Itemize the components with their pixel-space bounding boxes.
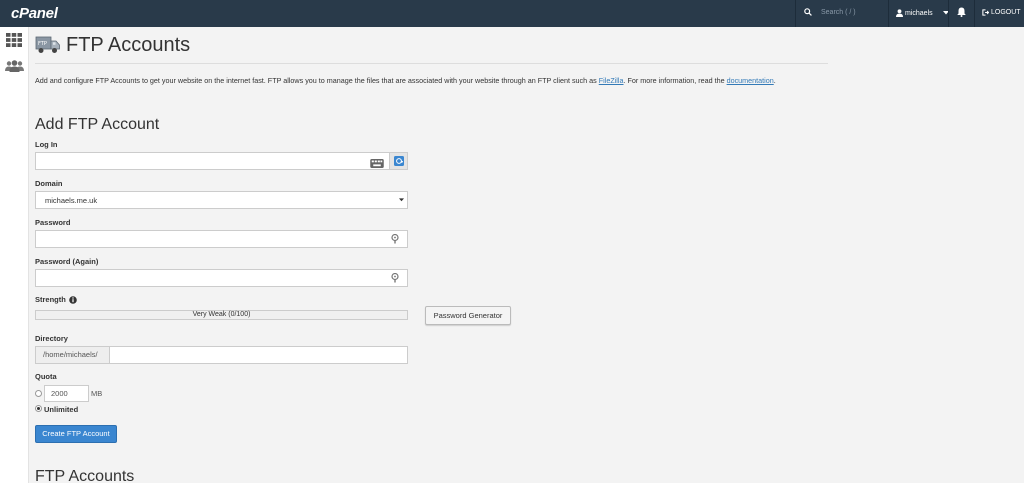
description-text: . — [773, 76, 776, 85]
page-description: Add and configure FTP Accounts to get yo… — [35, 76, 815, 86]
documentation-link[interactable]: documentation — [727, 76, 774, 85]
navbar-divider — [948, 0, 949, 27]
keyboard-icon[interactable] — [369, 156, 385, 171]
directory-prefix: /home/michaels/ — [35, 346, 109, 364]
email-icon — [394, 156, 404, 166]
sidebar — [0, 27, 29, 483]
title-divider — [35, 63, 828, 64]
navbar-divider — [888, 0, 889, 27]
filezilla-link[interactable]: FileZilla — [599, 76, 624, 85]
users-icon[interactable] — [5, 60, 24, 72]
password-generator-button[interactable]: Password Generator — [425, 306, 511, 325]
directory-label: Directory — [35, 334, 68, 343]
password-strength-meter: Very Weak (0/100) — [35, 310, 408, 320]
page-title: FTP Accounts — [66, 34, 191, 56]
password-again-label: Password (Again) — [35, 257, 99, 266]
create-ftp-account-button[interactable]: Create FTP Account — [35, 425, 117, 443]
quota-unit: MB — [91, 389, 103, 398]
logout-icon — [982, 9, 989, 16]
directory-input[interactable] — [109, 346, 408, 364]
key-icon[interactable] — [391, 273, 399, 283]
unlimited-label[interactable]: Unlimited — [44, 405, 78, 414]
strength-value: Very Weak (0/100) — [192, 311, 251, 318]
login-input[interactable] — [35, 152, 408, 170]
domain-selected-value: michaels.me.uk — [45, 196, 98, 205]
strength-label-row: Strength — [35, 295, 77, 304]
caret-down-icon — [399, 198, 404, 202]
domain-label: Domain — [35, 179, 63, 188]
svg-text:FTP: FTP — [38, 41, 47, 47]
search-box[interactable]: Search ( / ) — [804, 8, 856, 16]
quota-unlimited-radio[interactable] — [35, 405, 42, 412]
add-ftp-section-title: Add FTP Account — [35, 116, 160, 133]
ftp-accounts-section-title: FTP Accounts — [35, 468, 135, 483]
navbar-divider — [795, 0, 796, 27]
user-menu[interactable]: michaels — [896, 9, 949, 17]
strength-label: Strength — [35, 295, 66, 304]
top-navbar: cPanel Search ( / ) michaels LOGOUT — [0, 0, 1024, 27]
password-label: Password — [35, 218, 71, 227]
password-again-input[interactable] — [35, 269, 408, 287]
bell-icon[interactable] — [957, 7, 966, 17]
grid-icon[interactable] — [6, 33, 22, 47]
info-icon[interactable] — [69, 295, 77, 304]
quota-limited-radio[interactable] — [35, 390, 42, 397]
key-icon[interactable] — [391, 234, 399, 244]
quota-input[interactable]: 2000 — [44, 385, 89, 402]
user-icon — [896, 9, 903, 17]
description-text: . For more information, read the — [623, 76, 727, 85]
logout-label: LOGOUT — [991, 9, 1021, 16]
logout-button[interactable]: LOGOUT — [982, 9, 1021, 16]
search-icon — [804, 8, 812, 16]
description-text: Add and configure FTP Accounts to get yo… — [35, 76, 599, 85]
quota-label: Quota — [35, 372, 57, 381]
cpanel-logo[interactable]: cPanel — [11, 5, 58, 22]
navbar-divider — [974, 0, 975, 27]
domain-select[interactable]: michaels.me.uk — [35, 191, 408, 209]
search-input[interactable]: Search ( / ) — [821, 9, 856, 16]
password-input[interactable] — [35, 230, 408, 248]
ftp-truck-icon: FTP — [35, 36, 60, 53]
username-label: michaels — [905, 9, 933, 17]
login-label: Log In — [35, 140, 58, 149]
email-suffix-addon[interactable] — [389, 153, 407, 169]
